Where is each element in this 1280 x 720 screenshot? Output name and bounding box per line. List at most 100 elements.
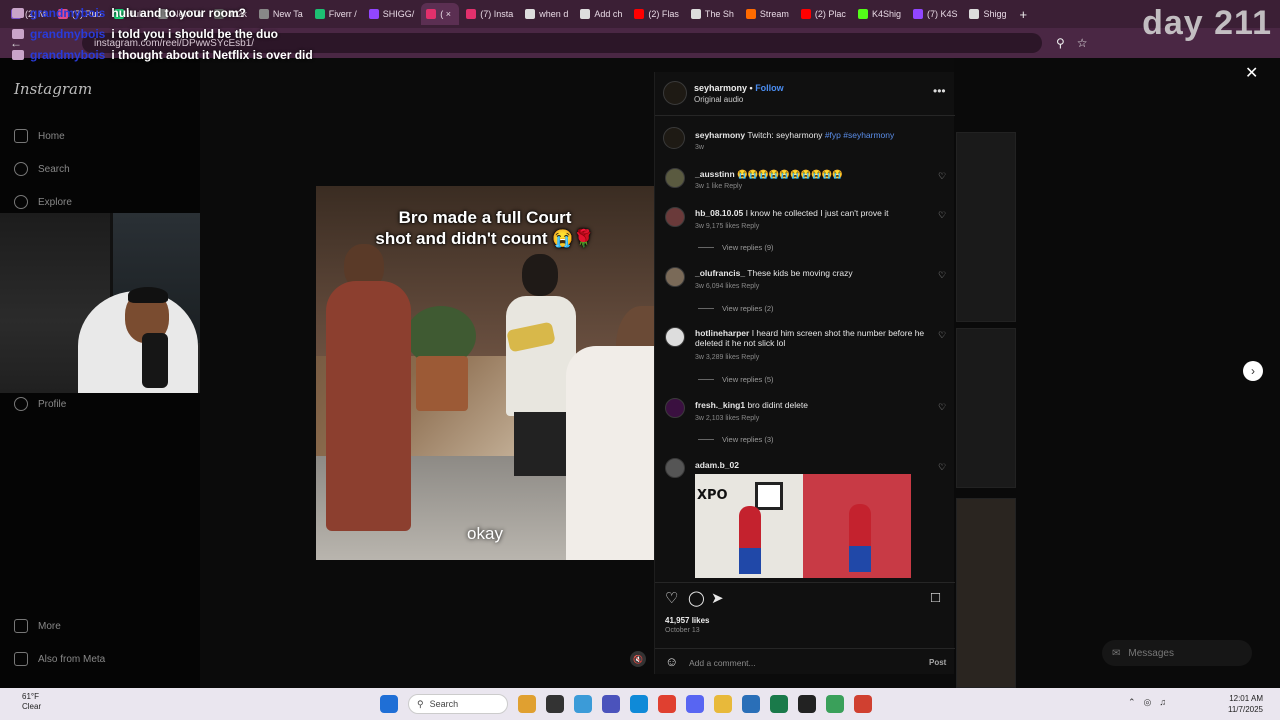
browser-tab[interactable]: (2) Flas bbox=[629, 3, 684, 25]
bookmark-star-icon[interactable]: ☆ bbox=[1077, 36, 1088, 50]
browser-tab[interactable]: Stream bbox=[741, 3, 794, 25]
browser-tab[interactable]: (7) K4S bbox=[908, 3, 963, 25]
heart-icon[interactable]: ♡ bbox=[938, 171, 946, 182]
widgets-icon[interactable] bbox=[518, 695, 536, 713]
heart-icon[interactable]: ♡ bbox=[938, 402, 946, 413]
photos-icon[interactable] bbox=[742, 695, 760, 713]
tab-label: (7) K4S bbox=[926, 9, 958, 19]
mute-button[interactable]: 🔇 bbox=[630, 651, 646, 667]
taskbar-search[interactable]: ⚲ Search bbox=[408, 694, 508, 714]
teams-icon[interactable] bbox=[602, 695, 620, 713]
like-heart-icon[interactable]: ♡ bbox=[665, 589, 678, 607]
post-header: seyharmony • Follow Original audio ••• bbox=[655, 72, 955, 116]
browser-tab[interactable]: (2) Plac bbox=[796, 3, 851, 25]
comment-username[interactable]: adam.b_02 bbox=[695, 460, 739, 470]
heart-icon[interactable]: ♡ bbox=[938, 330, 946, 341]
emoji-icon[interactable]: ☺ bbox=[665, 654, 678, 669]
discord-icon[interactable] bbox=[686, 695, 704, 713]
browser-tab[interactable]: (7) Insta bbox=[461, 3, 518, 25]
view-replies-button[interactable]: View replies (9) bbox=[698, 243, 774, 252]
copilot-icon[interactable] bbox=[574, 695, 592, 713]
instagram-logo[interactable]: Instagram bbox=[14, 80, 92, 98]
post-comment-button[interactable]: Post bbox=[929, 658, 946, 667]
post-author: seyharmony • Follow bbox=[694, 83, 784, 93]
avatar[interactable] bbox=[665, 207, 685, 227]
comment-username[interactable]: hb_08.10.05 bbox=[695, 208, 743, 218]
sidebar-item-search[interactable]: Search bbox=[14, 162, 70, 176]
messages-button[interactable]: ✉ Messages bbox=[1102, 640, 1252, 666]
chat-username: grandmybois bbox=[30, 26, 106, 41]
sidebar-item-more[interactable]: More bbox=[14, 619, 61, 633]
browser-tab[interactable]: SHIGG/ bbox=[364, 3, 420, 25]
sidebar-item-home[interactable]: Home bbox=[14, 129, 65, 143]
sidebar-item-profile[interactable]: Profile bbox=[14, 397, 66, 411]
divider bbox=[698, 379, 714, 380]
share-send-icon[interactable]: ➤ bbox=[711, 589, 724, 607]
chrome-icon[interactable] bbox=[854, 695, 872, 713]
avatar[interactable] bbox=[665, 327, 685, 347]
comment-bubble-icon[interactable]: ◯ bbox=[688, 589, 705, 607]
taskbar-clock[interactable]: 12:01 AM 11/7/2025 bbox=[1228, 693, 1263, 715]
browser-tab[interactable]: Fiverr / bbox=[310, 3, 362, 25]
audio-label[interactable]: Original audio bbox=[694, 95, 743, 104]
browser-tab[interactable]: K4Shig bbox=[853, 3, 906, 25]
comment-username[interactable]: _olufrancis_ bbox=[695, 268, 745, 278]
browser-tab[interactable]: ( × bbox=[421, 3, 460, 25]
weather-widget[interactable]: 61°F Clear bbox=[22, 692, 41, 712]
edge-icon[interactable] bbox=[630, 695, 648, 713]
zoom-icon[interactable]: ⚲ bbox=[1056, 36, 1065, 50]
next-post-button[interactable]: › bbox=[1243, 361, 1263, 381]
avatar[interactable] bbox=[663, 81, 687, 105]
post-username[interactable]: seyharmony bbox=[694, 83, 747, 93]
sidebar-item-meta[interactable]: Also from Meta bbox=[14, 652, 105, 666]
start-windows-icon[interactable] bbox=[380, 695, 398, 713]
heart-icon[interactable]: ♡ bbox=[938, 210, 946, 221]
chrome-icon[interactable] bbox=[658, 695, 676, 713]
obs-icon[interactable] bbox=[798, 695, 816, 713]
comment-username[interactable]: fresh._king1 bbox=[695, 400, 745, 410]
file-explorer-icon[interactable] bbox=[714, 695, 732, 713]
heart-icon[interactable]: ♡ bbox=[938, 270, 946, 281]
app-icon[interactable] bbox=[770, 695, 788, 713]
follow-button[interactable]: Follow bbox=[755, 83, 784, 93]
add-comment-input[interactable]: Add a comment... bbox=[689, 658, 756, 668]
save-bookmark-icon[interactable]: □ bbox=[931, 589, 940, 606]
tab-label: SHIGG/ bbox=[382, 9, 415, 19]
task-view-icon[interactable] bbox=[546, 695, 564, 713]
comment-username[interactable]: _ausstinn bbox=[695, 169, 735, 179]
more-options-icon[interactable]: ••• bbox=[933, 84, 946, 98]
browser-tab[interactable]: The Sh bbox=[686, 3, 739, 25]
caption-hashtags[interactable]: #fyp #seyharmony bbox=[825, 130, 894, 140]
divider bbox=[698, 439, 714, 440]
taskbar-apps: ⚲ Search bbox=[380, 694, 872, 714]
view-replies-button[interactable]: View replies (5) bbox=[698, 375, 774, 384]
avatar[interactable] bbox=[665, 458, 685, 478]
clock-time: 12:01 AM bbox=[1229, 694, 1263, 703]
avatar[interactable] bbox=[665, 168, 685, 188]
view-replies-label: View replies (2) bbox=[722, 304, 774, 313]
browser-tab[interactable]: when d bbox=[520, 3, 573, 25]
browser-tab[interactable]: Add ch bbox=[575, 3, 627, 25]
reel-video[interactable]: Bro made a full Court shot and didn't co… bbox=[316, 186, 654, 560]
caption-username[interactable]: seyharmony bbox=[695, 130, 745, 140]
view-replies-button[interactable]: View replies (2) bbox=[698, 304, 774, 313]
view-replies-button[interactable]: View replies (3) bbox=[698, 435, 774, 444]
avatar[interactable] bbox=[663, 127, 685, 149]
heart-icon[interactable]: ♡ bbox=[938, 462, 946, 473]
browser-tab[interactable]: Shigg bbox=[964, 3, 1011, 25]
chevron-up-icon[interactable]: ⌃ bbox=[1128, 697, 1136, 708]
speaker-muted-icon: 🔇 bbox=[633, 654, 643, 664]
likes-count[interactable]: 41,957 likes bbox=[665, 616, 709, 625]
new-tab-button[interactable]: + bbox=[1020, 7, 1028, 22]
sidebar-item-explore[interactable]: Explore bbox=[14, 195, 72, 209]
clock-date: 11/7/2025 bbox=[1228, 705, 1263, 714]
volume-icon[interactable]: ♫ bbox=[1159, 697, 1166, 708]
network-icon[interactable]: ◎ bbox=[1144, 697, 1152, 708]
chrome-profile-icon[interactable] bbox=[826, 695, 844, 713]
comment-gif[interactable]: XPO bbox=[695, 474, 911, 578]
avatar[interactable] bbox=[665, 267, 685, 287]
avatar[interactable] bbox=[665, 398, 685, 418]
comment-username[interactable]: hotlineharper bbox=[695, 328, 749, 338]
tab-label: The Sh bbox=[704, 9, 734, 19]
close-modal-icon[interactable]: ✕ bbox=[1245, 63, 1258, 83]
